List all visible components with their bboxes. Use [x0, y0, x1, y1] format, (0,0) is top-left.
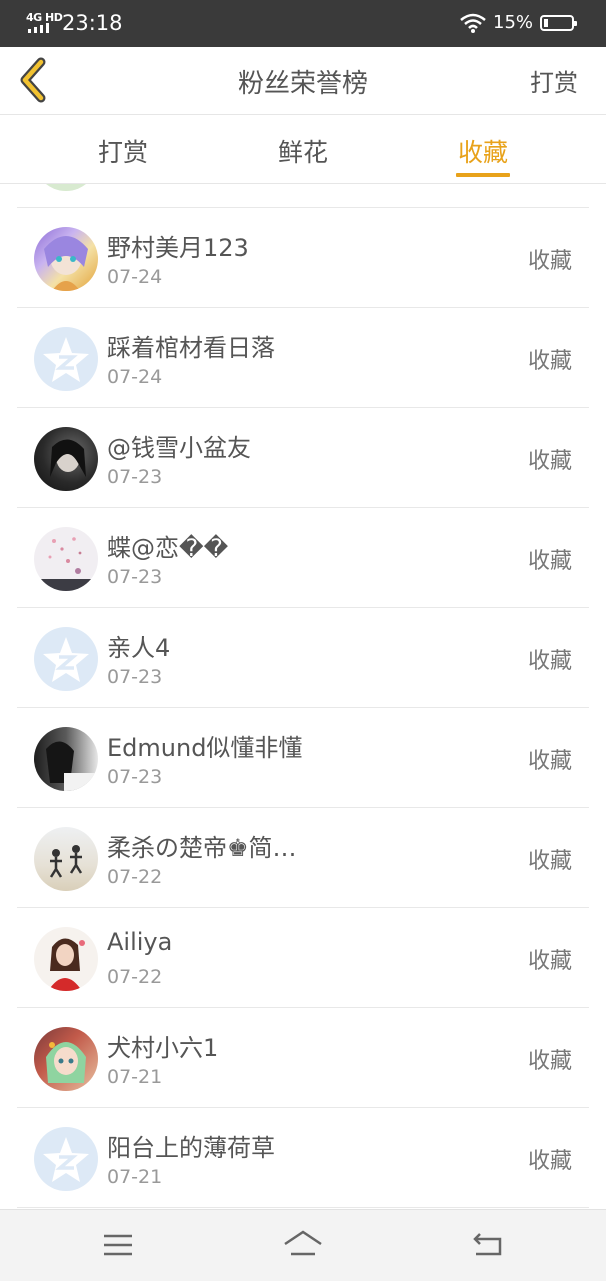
tab-bar: 打赏 鲜花 收藏	[0, 115, 606, 184]
list-item[interactable]: @钱雪小盆友 07-23 收藏	[17, 408, 589, 508]
default-star-avatar	[34, 1127, 98, 1191]
header-bar: 粉丝荣誉榜 打赏	[0, 47, 606, 115]
user-name: 野村美月123	[107, 234, 249, 262]
list-item[interactable]: 犬村小六1 07-21 收藏	[17, 1008, 589, 1108]
home-icon[interactable]	[283, 1228, 323, 1262]
list-item[interactable]	[17, 184, 589, 208]
battery-percent: 15%	[493, 12, 534, 33]
tab-favorites[interactable]: 收藏	[423, 133, 543, 169]
page-title: 粉丝荣誉榜	[237, 69, 368, 99]
default-star-avatar	[34, 627, 98, 691]
list-item[interactable]: 柔杀の楚帝♚简… 07-22 收藏	[17, 808, 589, 908]
system-nav-bar	[0, 1209, 606, 1281]
avatar	[34, 227, 98, 291]
reward-button[interactable]: 打赏	[530, 63, 578, 98]
user-name: 踩着棺材看日落	[107, 334, 275, 362]
date: 07-23	[107, 566, 163, 588]
avatar	[34, 184, 98, 191]
list-item[interactable]: Ailiya 07-22 收藏	[17, 908, 589, 1008]
list-item[interactable]: Edmund似懂非懂 07-23 收藏	[17, 708, 589, 808]
avatar	[34, 1027, 98, 1091]
action-label: 收藏	[527, 549, 572, 574]
user-name: 蝶@恋��	[107, 534, 229, 562]
date: 07-24	[107, 366, 163, 388]
action-label: 收藏	[527, 449, 572, 474]
user-name: 柔杀の楚帝♚简…	[107, 834, 297, 862]
user-name: Edmund似懂非懂	[107, 734, 303, 762]
action-label: 收藏	[527, 649, 572, 674]
user-name: @钱雪小盆友	[107, 434, 251, 462]
tab-reward[interactable]: 打赏	[63, 133, 183, 169]
action-label: 收藏	[527, 1149, 572, 1174]
default-star-avatar	[34, 327, 98, 391]
date: 07-23	[107, 666, 163, 688]
date: 07-22	[107, 966, 163, 988]
clock: 23:18	[62, 11, 123, 35]
date: 07-23	[107, 466, 163, 488]
action-label: 收藏	[527, 249, 572, 274]
list-item[interactable]: 野村美月123 07-24 收藏	[17, 208, 589, 308]
user-name: Ailiya	[107, 928, 173, 956]
action-label: 收藏	[527, 1049, 572, 1074]
avatar	[34, 727, 98, 791]
back-icon[interactable]	[472, 1228, 504, 1262]
date: 07-24	[107, 266, 163, 288]
user-name: 阳台上的薄荷草	[107, 1134, 275, 1162]
avatar	[34, 427, 98, 491]
wifi-icon	[460, 13, 486, 33]
menu-icon[interactable]	[103, 1228, 133, 1262]
date: 07-21	[107, 1066, 163, 1088]
date: 07-21	[107, 1166, 163, 1188]
action-label: 收藏	[527, 949, 572, 974]
status-bar: 4G HD 23:18 15%	[0, 0, 606, 47]
user-name: 犬村小六1	[107, 1034, 219, 1062]
user-name: 亲人4	[107, 634, 171, 662]
action-label: 收藏	[527, 849, 572, 874]
date: 07-22	[107, 866, 163, 888]
signal-icon	[28, 23, 49, 33]
tab-flowers[interactable]: 鲜花	[243, 133, 363, 169]
battery-icon	[540, 15, 577, 31]
avatar	[34, 827, 98, 891]
action-label: 收藏	[527, 349, 572, 374]
avatar	[34, 527, 98, 591]
list-item[interactable]: 蝶@恋�� 07-23 收藏	[17, 508, 589, 608]
avatar	[34, 927, 98, 991]
date: 07-23	[107, 766, 163, 788]
list-item[interactable]: 亲人4 07-23 收藏	[17, 608, 589, 708]
active-tab-indicator	[456, 173, 510, 177]
list-item[interactable]: 踩着棺材看日落 07-24 收藏	[17, 308, 589, 408]
action-label: 收藏	[527, 749, 572, 774]
fan-list[interactable]: 野村美月123 07-24 收藏 踩着棺材看日落 07-24 收藏 @钱雪小盆友…	[0, 184, 606, 1209]
list-item[interactable]: 阳台上的薄荷草 07-21 收藏	[17, 1108, 589, 1208]
